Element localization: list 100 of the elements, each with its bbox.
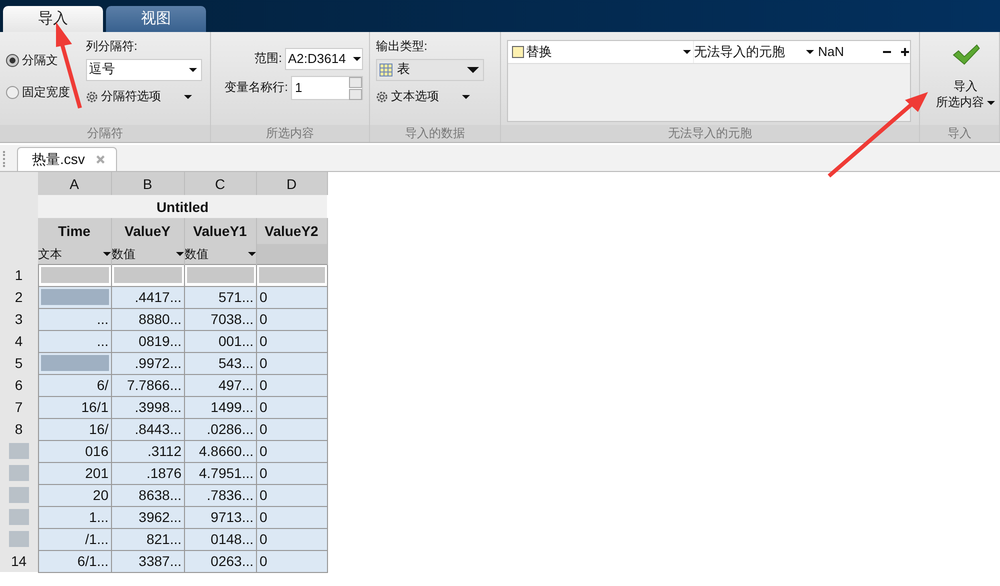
action-dropdown[interactable]: 替换 bbox=[526, 41, 691, 63]
blurred-content bbox=[8, 465, 29, 481]
table-cell: 8880... bbox=[111, 308, 184, 330]
group-title: 导入的数据 bbox=[370, 125, 500, 142]
field-label: 列分隔符: bbox=[86, 40, 138, 54]
type-dropdown[interactable]: 数值 bbox=[111, 244, 184, 264]
table-cell: 4.7951... bbox=[184, 462, 256, 484]
variable-name: ValueY bbox=[111, 218, 184, 244]
variable-name: ValueY1 bbox=[184, 218, 256, 244]
import-button[interactable]: 导入 所选内容 bbox=[932, 40, 999, 125]
table-cell: 543... bbox=[184, 352, 256, 374]
output-type-dropdown[interactable]: 表 bbox=[376, 58, 484, 81]
ribbon-tab[interactable]: 视图 bbox=[106, 6, 206, 32]
table-cell: 0 bbox=[256, 308, 327, 330]
column-letter: D bbox=[256, 172, 327, 195]
table-cell: 16/1 bbox=[38, 396, 111, 418]
gear-icon bbox=[86, 90, 98, 103]
radio-button[interactable] bbox=[6, 86, 19, 100]
row-number: 7 bbox=[0, 396, 38, 418]
gear-icon bbox=[376, 90, 388, 103]
row-number: 8 bbox=[0, 418, 38, 440]
table-cell: .3112 bbox=[111, 440, 184, 462]
table-cell: 0 bbox=[256, 528, 327, 550]
table-cell: 0 bbox=[256, 418, 327, 440]
table-cell: 1... bbox=[38, 506, 111, 528]
group-title: 导入 bbox=[920, 125, 999, 142]
table-cell: 497... bbox=[184, 374, 256, 396]
radio-button[interactable] bbox=[6, 54, 19, 68]
table-cell: ... bbox=[38, 330, 111, 352]
checkbox[interactable] bbox=[512, 46, 524, 58]
row-spinner[interactable]: 1 bbox=[291, 76, 363, 100]
delimiter-dropdown[interactable]: 逗号 bbox=[86, 58, 202, 81]
table-cell: 0 bbox=[256, 396, 327, 418]
table-cell: 571... bbox=[184, 286, 256, 308]
table-cell: 0 bbox=[256, 374, 327, 396]
radio-label: 固定宽度 bbox=[22, 86, 70, 100]
table-cell: .4417... bbox=[111, 286, 184, 308]
table-cell: 4.8660... bbox=[184, 440, 256, 462]
table-cell: .7836... bbox=[184, 484, 256, 506]
document-tab[interactable]: 热量.csv bbox=[17, 147, 117, 171]
column-letter: C bbox=[184, 172, 256, 195]
table-cell: 016 bbox=[38, 440, 111, 462]
table-cell: 9713... bbox=[184, 506, 256, 528]
group-title: 所选内容 bbox=[211, 125, 369, 142]
row-number: 5 bbox=[0, 352, 38, 374]
blurred-content bbox=[8, 443, 29, 459]
row-number: 3 bbox=[0, 308, 38, 330]
table-icon bbox=[379, 62, 393, 77]
radio-label: 分隔文 bbox=[22, 54, 58, 68]
table-cell: 8638... bbox=[111, 484, 184, 506]
table-cell: 0 bbox=[256, 462, 327, 484]
table-cell: 0 bbox=[256, 550, 327, 572]
row-number: 14 bbox=[0, 550, 38, 572]
table-cell: /1... bbox=[38, 528, 111, 550]
table-cell: 6/ bbox=[38, 374, 111, 396]
row-number: 2 bbox=[0, 286, 38, 308]
blurred-content bbox=[8, 487, 29, 503]
table-cell: 0 bbox=[256, 286, 327, 308]
table-cell: 0 bbox=[256, 440, 327, 462]
value-field[interactable]: NaN bbox=[816, 44, 874, 60]
table-cell: ... bbox=[38, 308, 111, 330]
table-cell: 7.7866... bbox=[111, 374, 184, 396]
table-cell: 0819... bbox=[111, 330, 184, 352]
table-cell: 0 bbox=[256, 352, 327, 374]
field-label: 输出类型: bbox=[376, 40, 428, 54]
blurred-content bbox=[8, 531, 29, 547]
type-dropdown[interactable]: 文本 bbox=[38, 244, 111, 264]
column-letter: A bbox=[38, 172, 111, 195]
field-label: 范围: bbox=[254, 52, 282, 66]
table-cell: 3962... bbox=[111, 506, 184, 528]
table-cell: .1876 bbox=[111, 462, 184, 484]
table-cell: 0 bbox=[256, 484, 327, 506]
table-cell: 6/1... bbox=[38, 550, 111, 572]
variable-name: Time bbox=[38, 218, 111, 244]
table-cell: 3387... bbox=[111, 550, 184, 572]
table-cell: 0148... bbox=[184, 528, 256, 550]
table-cell: 0 bbox=[256, 506, 327, 528]
table-cell: .8443... bbox=[111, 418, 184, 440]
table-cell: .0286... bbox=[184, 418, 256, 440]
options-button[interactable]: 分隔符选项 bbox=[86, 86, 202, 108]
type-dropdown[interactable]: 数值 bbox=[184, 244, 256, 264]
table-cell: 16/ bbox=[38, 418, 111, 440]
field-label: 变量名称行: bbox=[224, 81, 288, 95]
variable-name: ValueY2 bbox=[256, 218, 327, 244]
table-title: Untitled bbox=[38, 195, 327, 218]
table-cell: 0263... bbox=[184, 550, 256, 572]
range-field[interactable]: A2:D3614 bbox=[285, 48, 363, 70]
row-number: 6 bbox=[0, 374, 38, 396]
table-cell: .3998... bbox=[111, 396, 184, 418]
column-letter: B bbox=[111, 172, 184, 195]
table-cell: .9972... bbox=[111, 352, 184, 374]
plus-icon[interactable] bbox=[900, 47, 910, 57]
table-cell: 20 bbox=[38, 484, 111, 506]
ribbon-tab[interactable]: 导入 bbox=[3, 6, 103, 32]
condition-dropdown[interactable]: 无法导入的元胞 bbox=[693, 41, 814, 63]
options-button[interactable]: 文本选项 bbox=[376, 86, 494, 108]
row-number: 1 bbox=[0, 264, 38, 286]
row-number: 4 bbox=[0, 330, 38, 352]
table-cell: 1499... bbox=[184, 396, 256, 418]
table-cell: 7038... bbox=[184, 308, 256, 330]
